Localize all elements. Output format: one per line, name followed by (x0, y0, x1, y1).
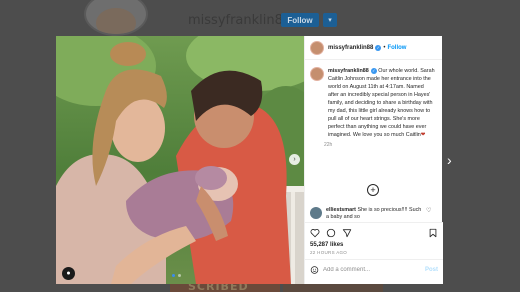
post-header: missyfranklin88 ✓ • Follow (305, 36, 442, 60)
heart-icon[interactable] (310, 228, 320, 238)
grid-thumbnail[interactable]: SCRIBED (170, 280, 280, 292)
load-more-comments-button[interactable]: + (367, 184, 379, 196)
verified-badge-icon: ✓ (375, 44, 382, 51)
carousel-dot (172, 274, 175, 277)
share-icon[interactable] (342, 228, 352, 238)
comment-input[interactable] (323, 266, 407, 273)
comment: elliestsmart She is so precious!!!! Such… (310, 207, 438, 221)
next-post-icon[interactable]: › (447, 152, 452, 168)
avatar[interactable] (310, 40, 324, 55)
comment-text: elliestsmart She is so precious!!!! Such… (326, 207, 422, 221)
carousel-next-icon[interactable]: › (289, 154, 300, 165)
add-comment-bar: Post (305, 259, 443, 279)
emoji-icon[interactable] (310, 265, 319, 274)
profile-username: missyfranklin88 (188, 13, 292, 28)
caption-username[interactable]: missyfranklin88 (328, 68, 369, 74)
post-sidebar: missyfranklin88 ✓ • Follow missyfranklin… (304, 36, 443, 284)
comment-username[interactable]: elliestsmart (326, 207, 356, 213)
bookmark-icon[interactable] (428, 228, 438, 238)
verified-badge-icon: ✓ (370, 67, 377, 74)
grid-thumbnail[interactable] (283, 283, 383, 292)
post-timestamp: 22 HOURS AGO (310, 250, 348, 255)
avatar[interactable] (310, 67, 324, 81)
chevron-down-icon[interactable]: ▾ (323, 13, 337, 27)
caption-text-block: missyfranklin88 ✓ Our whole world. Sarah … (328, 67, 436, 139)
like-comment-icon[interactable]: ♡ (426, 207, 431, 221)
post-modal: ● › missyfranklin88 ✓ • Follow missyfran… (56, 36, 443, 284)
post-photo[interactable]: ● › (56, 36, 304, 284)
avatar[interactable] (310, 207, 322, 219)
family-photo-image (56, 36, 304, 284)
user-tag-icon[interactable]: ● (62, 267, 75, 280)
profile-header: missyfranklin88 Follow ▾ (0, 0, 520, 36)
caption: missyfranklin88 ✓ Our whole world. Sarah … (305, 60, 442, 148)
carousel-dot (178, 274, 181, 277)
caption-timestamp: 22h (324, 142, 333, 148)
likes-count[interactable]: 55,287 likes (305, 238, 443, 248)
carousel-dots (172, 274, 181, 277)
post-comment-button[interactable]: Post (425, 267, 438, 273)
profile-follow-button[interactable]: Follow (281, 13, 319, 27)
separator-dot: • (383, 44, 386, 51)
comment-icon[interactable] (326, 228, 336, 238)
heart-emoji-icon: ❤ (420, 132, 426, 138)
profile-avatar[interactable] (84, 0, 148, 36)
follow-button[interactable]: Follow (387, 45, 406, 51)
post-username[interactable]: missyfranklin88 (328, 45, 373, 51)
caption-body: Our whole world. Sarah Caitlin Johnson m… (328, 68, 435, 138)
